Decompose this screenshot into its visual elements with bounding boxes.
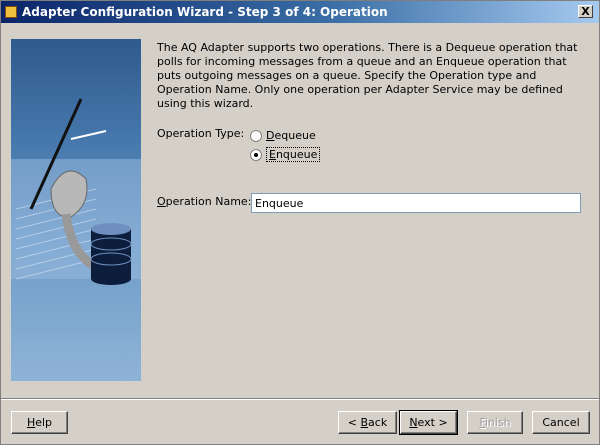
title-bar[interactable]: Adapter Configuration Wizard - Step 3 of… (1, 1, 599, 23)
plug-database-graphic (11, 98, 141, 285)
radio-enqueue[interactable]: Enqueue (250, 146, 321, 163)
wizard-window: Adapter Configuration Wizard - Step 3 of… (0, 0, 600, 445)
window-title: Adapter Configuration Wizard - Step 3 of… (22, 5, 388, 19)
back-button[interactable]: < Back (338, 411, 397, 434)
radio-dequeue[interactable]: Dequeue (250, 127, 316, 144)
operation-name-label: Operation Name: (157, 195, 252, 208)
footer-separator (1, 398, 599, 400)
next-button[interactable]: Next > (399, 410, 458, 435)
help-button[interactable]: Help (11, 411, 68, 434)
cancel-button[interactable]: Cancel (532, 411, 590, 434)
radio-enqueue-label[interactable]: Enqueue (266, 147, 321, 162)
radio-enqueue-indicator[interactable] (250, 148, 262, 161)
wizard-illustration (11, 39, 141, 381)
operation-description: The AQ Adapter supports two operations. … (157, 41, 578, 110)
app-icon (5, 6, 17, 18)
finish-button[interactable]: Finish (467, 411, 523, 434)
close-button[interactable]: X (578, 5, 593, 18)
radio-dequeue-indicator[interactable] (250, 129, 262, 142)
operation-type-label: Operation Type: (157, 127, 245, 140)
radio-dequeue-label[interactable]: Dequeue (266, 129, 316, 142)
operation-name-input[interactable] (251, 193, 581, 213)
